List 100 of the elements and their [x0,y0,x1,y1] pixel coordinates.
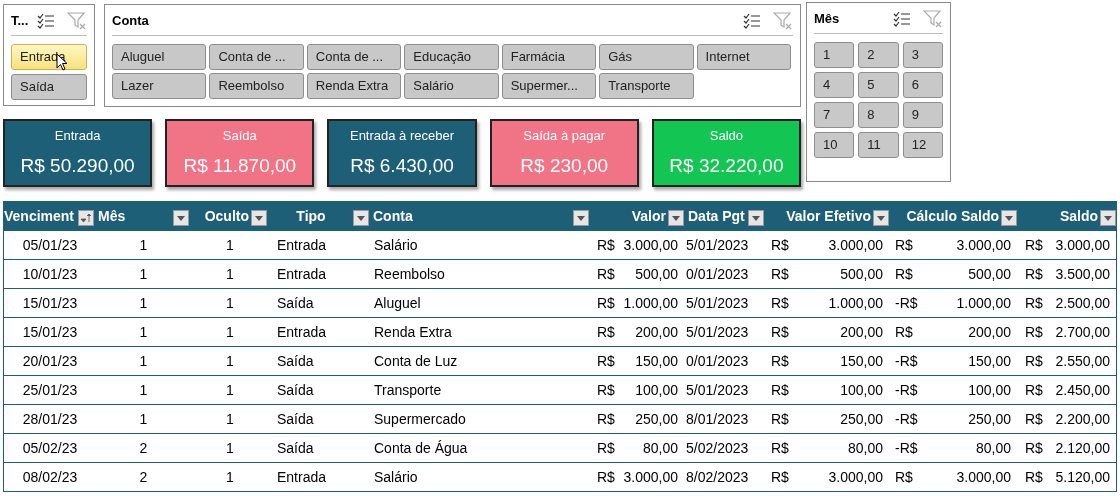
slicer-item[interactable]: Supermer... [501,72,597,99]
table-cell-text: Supermercado [374,409,466,429]
filter-button[interactable] [353,210,369,226]
currency-symbol: R$ [771,380,789,400]
slicer-item[interactable]: 3 [902,41,943,68]
currency-symbol: R$ [895,467,913,487]
slicer-item[interactable]: Conta de ... [209,43,304,70]
table-cell-text: Entrada [277,235,327,255]
table-cell-text: 3.000,00 [623,235,678,255]
card-label: Entrada à receber [349,127,455,145]
table-cell-text: Saída [277,351,314,371]
table-cell-text: 2.500,00 [1055,293,1110,313]
dropdown-icon [672,215,680,221]
column-header: Valor Efetivo [786,206,871,226]
table-cell-text: 150,00 [840,351,883,371]
currency-symbol: R$ [771,293,789,313]
slicer-item[interactable]: 9 [902,101,943,128]
multi-select-icon[interactable] [893,10,911,27]
table-cell-text: 200,00 [635,322,678,342]
table-cell-text: 5/01/2023 [686,235,749,255]
filter-button[interactable] [1100,210,1116,226]
filter-button[interactable] [873,210,889,226]
currency-symbol: R$ [597,293,615,313]
slicer-item[interactable]: Gás [599,43,694,70]
slicer-item[interactable]: Lazer [112,72,207,99]
filter-button[interactable] [78,210,94,226]
slicer-item[interactable]: 10 [814,131,855,158]
table-cell-text: 500,00 [968,264,1011,284]
multi-select-icon[interactable] [37,12,55,29]
table-cell-text: Salário [374,235,418,255]
table-cell-text: Saída [277,438,314,458]
slicer-item[interactable]: Conta de ... [306,43,402,70]
column-header: Oculto [204,206,249,226]
card-label: Saída à pagar [523,127,606,145]
filter-button[interactable] [251,210,267,226]
table-cell-text: Conta de Água [374,438,468,458]
card-label: Saída [222,127,257,145]
slicer-item[interactable]: 7 [814,101,855,128]
table-cell-text: 1 [226,293,234,313]
slicer-item[interactable]: Educação [404,43,499,70]
slicer-item[interactable]: Saída [11,73,87,100]
slicer-item[interactable]: 5 [858,71,899,98]
slicer-item[interactable]: Aluguel [112,43,207,70]
currency-symbol: R$ [1025,380,1043,400]
column-header: Data Pgt [688,206,745,226]
table-cell-text: 1.000,00 [956,293,1011,313]
filter-button[interactable] [573,210,589,226]
table-cell-text: 0/01/2023 [686,351,749,371]
table-cell-text: 200,00 [968,322,1011,342]
multi-select-icon[interactable] [743,12,761,29]
slicer-item[interactable]: 6 [902,71,943,98]
currency-symbol: R$ [1025,409,1043,429]
table-cell-text: Reembolso [374,264,445,284]
slicer-item[interactable]: 4 [814,71,855,98]
table-cell-text: 2 [139,438,148,458]
table-cell-text: 500,00 [635,264,678,284]
slicer-item[interactable]: Farmácia [501,43,597,70]
dropdown-icon [577,215,585,221]
table-cell-text: 20/01/23 [22,351,78,371]
filter-button[interactable] [748,210,764,226]
currency-symbol: R$ [895,264,913,284]
slicer-item[interactable]: Transporte [599,72,694,99]
currency-symbol: R$ [597,380,615,400]
filter-button[interactable] [173,210,189,226]
slicer-item[interactable]: Renda Extra [306,72,402,99]
dropdown-icon [177,215,185,221]
slicer-item[interactable]: Entrada [11,43,87,70]
dropdown-icon [255,215,263,221]
table-cell-text: 5/01/2023 [686,322,749,342]
currency-symbol: R$ [597,322,615,342]
slicer-item[interactable]: 8 [858,101,899,128]
currency-symbol: R$ [597,467,615,487]
table-cell-text: Saída [277,293,314,313]
table-cell-text: 3.500,00 [1055,264,1110,284]
filter-button[interactable] [1001,210,1017,226]
table-cell-text: Conta de Luz [374,351,458,371]
dropdown-icon [1005,215,1013,221]
table-cell-text: 1 [226,438,234,458]
table-cell-text: 100,00 [968,380,1011,400]
table-cell-text: Saída [277,380,314,400]
slicer-item[interactable]: 1 [814,41,855,68]
currency-symbol: R$ [771,438,789,458]
slicer-item[interactable]: 11 [858,131,899,158]
table-cell-text: 0/01/2023 [686,264,749,284]
table-cell-text: 08/02/23 [22,467,78,487]
slicer-item[interactable]: Reembolso [209,72,304,99]
card-value: R$ 6.430,00 [350,153,454,178]
slicer-item[interactable]: 12 [902,131,943,158]
table-cell-text: 250,00 [840,409,883,429]
table-cell-text: 150,00 [635,351,678,371]
currency-symbol: R$ [1025,293,1043,313]
table-cell-text: 25/01/23 [22,380,78,400]
card-value: R$ 32.220,00 [669,153,784,178]
slicer-item[interactable]: Salário [404,72,499,99]
slicer-item[interactable]: 2 [858,41,899,68]
filter-button[interactable] [668,210,684,226]
table-cell-text: 1 [139,235,148,255]
table-cell-text: 1 [226,380,234,400]
currency-symbol: R$ [1025,322,1043,342]
slicer-item[interactable]: Internet [696,43,791,70]
